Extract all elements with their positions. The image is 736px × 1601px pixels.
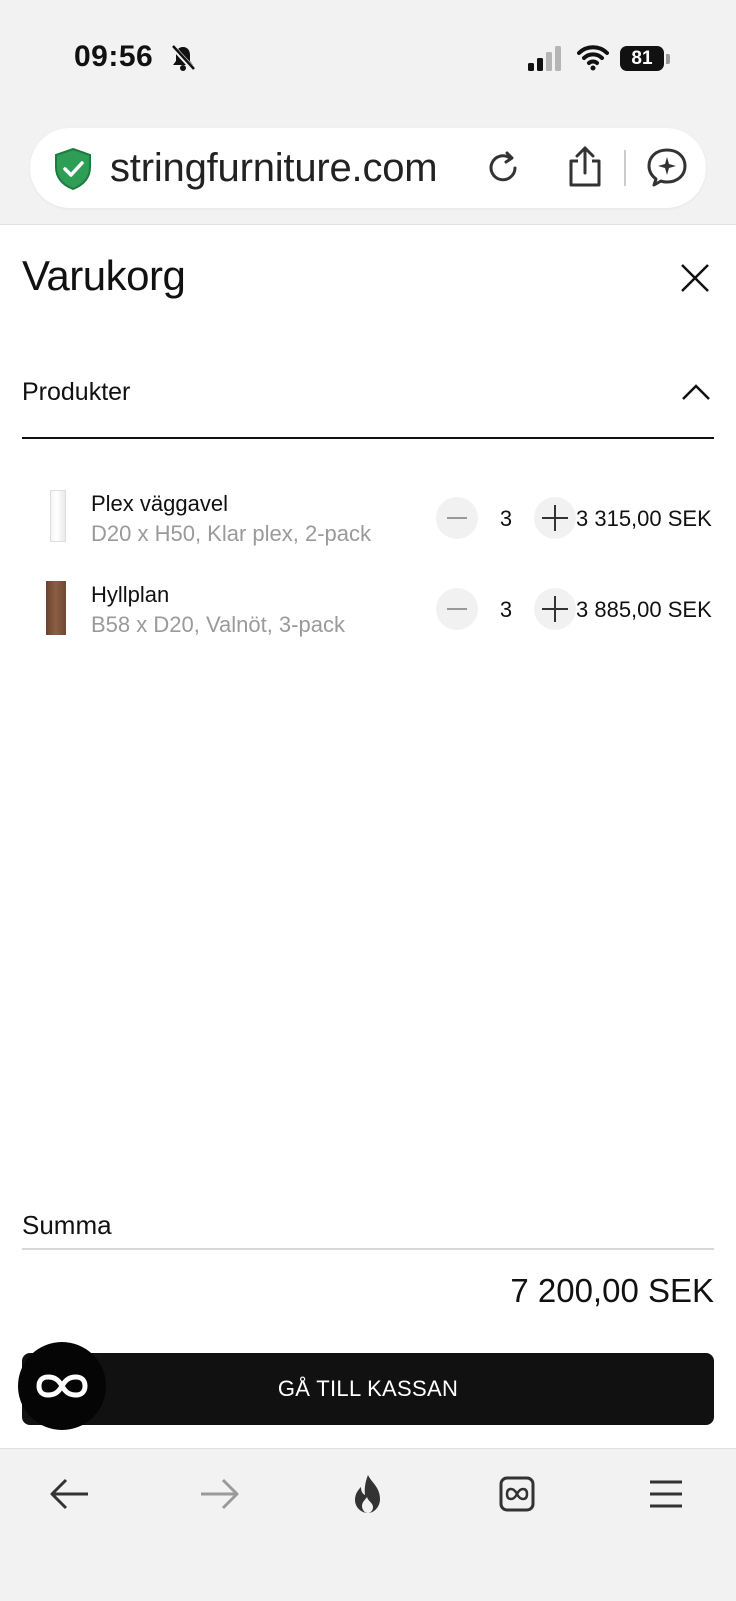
browser-toolbar	[0, 1448, 736, 1601]
cellular-signal-icon	[528, 46, 561, 71]
product-name[interactable]: Plex väggavel	[91, 491, 228, 517]
battery-level: 81	[631, 48, 653, 69]
secure-shield-icon	[55, 147, 91, 191]
infinity-icon	[36, 1374, 88, 1398]
reload-icon[interactable]	[483, 148, 523, 188]
url-divider	[624, 150, 626, 186]
increase-quantity-button[interactable]	[534, 497, 576, 539]
plus-icon	[542, 596, 568, 622]
sum-divider	[22, 1248, 714, 1250]
minus-icon	[447, 517, 467, 519]
minus-icon	[447, 608, 467, 610]
back-arrow-icon[interactable]	[48, 1472, 92, 1516]
product-variant: D20 x H50, Klar plex, 2-pack	[91, 521, 372, 546]
line-price: 3 885,00 SEK	[576, 597, 712, 622]
forward-arrow-icon[interactable]	[197, 1472, 241, 1516]
quantity-value: 3	[499, 506, 513, 531]
cart-panel	[0, 224, 736, 1449]
tabs-icon[interactable]	[495, 1472, 539, 1516]
decrease-quantity-button[interactable]	[436, 588, 478, 630]
cart-total: 7 200,00 SEK	[510, 1272, 714, 1309]
product-thumbnail[interactable]	[46, 581, 66, 635]
sum-label: Summa	[22, 1210, 112, 1240]
line-price: 3 315,00 SEK	[576, 506, 712, 531]
chevron-up-icon[interactable]	[681, 383, 711, 401]
menu-icon[interactable]	[644, 1472, 688, 1516]
products-section-label[interactable]: Produkter	[22, 378, 130, 407]
status-time: 09:56	[74, 40, 154, 73]
share-icon[interactable]	[566, 145, 604, 189]
flame-icon[interactable]	[346, 1472, 390, 1516]
product-name[interactable]: Hyllplan	[91, 582, 169, 608]
decrease-quantity-button[interactable]	[436, 497, 478, 539]
cart-title: Varukorg	[22, 252, 186, 299]
section-divider	[22, 437, 714, 439]
wifi-icon	[577, 45, 609, 71]
ai-assistant-icon[interactable]	[646, 146, 688, 188]
plus-icon	[542, 505, 568, 531]
increase-quantity-button[interactable]	[534, 588, 576, 630]
checkout-button[interactable]: GÅ TILL KASSAN	[22, 1353, 714, 1425]
chat-widget-button[interactable]	[18, 1342, 106, 1430]
silent-bell-icon	[170, 44, 196, 72]
url-text[interactable]: stringfurniture.com	[110, 146, 438, 191]
battery-indicator: 81	[620, 46, 670, 73]
close-icon[interactable]	[679, 262, 711, 294]
product-thumbnail[interactable]	[50, 490, 66, 542]
quantity-value: 3	[499, 597, 513, 622]
product-variant: B58 x D20, Valnöt, 3-pack	[91, 612, 345, 637]
